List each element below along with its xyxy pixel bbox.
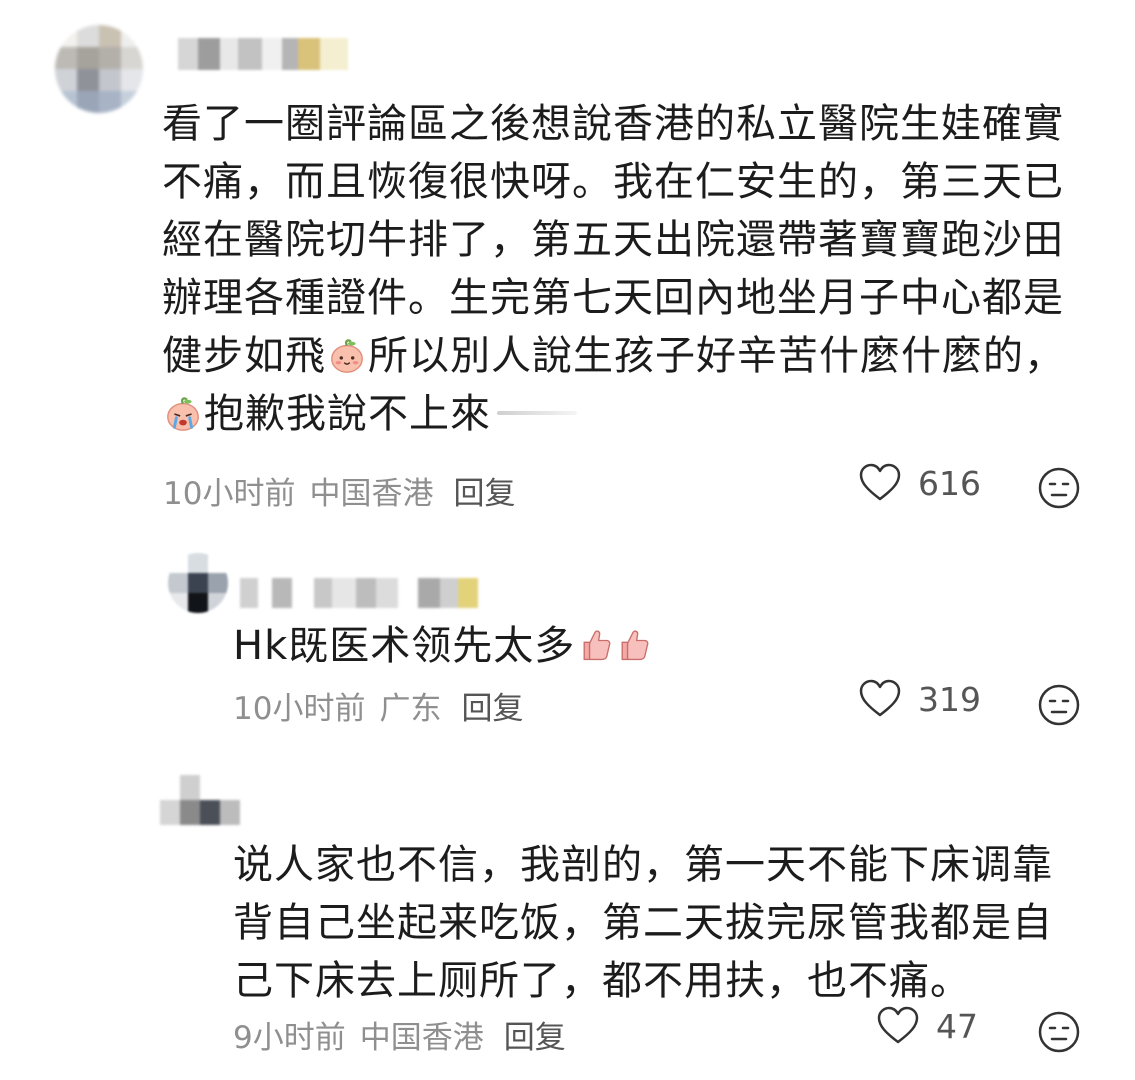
thumbs-up-emoji [621,630,649,661]
comment-text: 看了一圈評論區之後想說香港的私立醫院生娃確實不痛，而且恢復很快呀。我在仁安生的，… [162,95,1092,443]
username-blurred[interactable] [240,578,525,608]
fade-line [497,411,577,415]
location: 广东 [379,691,442,727]
comment-text-part: 所以別人說生孩子好辛苦什麼什麼的， [368,333,1065,379]
location: 中国香港 [309,476,434,512]
like-count: 319 [918,679,981,719]
comment-meta: 9小时前 中国香港 回复 [233,1012,566,1057]
like-button[interactable]: 616 [858,463,981,503]
peach-smile-emoji [331,339,363,373]
comment-text-part: 抱歉我說不上來 [204,391,491,437]
timestamp: 10小时前 [233,691,366,727]
reply-button[interactable]: 回复 [453,468,515,513]
timestamp: 10小时前 [163,476,296,512]
heart-icon [877,1006,919,1044]
thumbs-up-emoji [583,630,611,661]
heart-icon [859,463,901,501]
username-blurred[interactable] [160,775,240,825]
like-button[interactable]: 47 [876,1006,978,1046]
location: 中国香港 [359,1020,484,1056]
dislike-face-icon[interactable] [1037,466,1081,510]
dislike-face-icon[interactable] [1037,1010,1081,1054]
comment-text: Hk既医术领先太多 [233,617,1093,675]
avatar[interactable] [55,25,143,113]
like-count: 616 [918,463,981,503]
comment-text-part: Hk既医术领先太多 [233,623,576,669]
comment-meta: 10小时前 广东 回复 [233,683,523,728]
peach-cry-emoji [167,397,199,431]
comment-text: 说人家也不信，我剖的，第一天不能下床调靠背自己坐起来吃饭，第二天拔完尿管我都是自… [233,842,1053,1004]
avatar[interactable] [168,553,228,613]
username-blurred[interactable] [178,38,348,70]
reply-button[interactable]: 回复 [504,1012,566,1057]
reply-button[interactable]: 回复 [461,683,523,728]
like-button[interactable]: 319 [858,679,981,719]
comment-meta: 10小时前 中国香港 回复 [163,468,515,513]
like-count: 47 [936,1006,978,1046]
heart-icon [859,679,901,717]
dislike-face-icon[interactable] [1037,683,1081,727]
timestamp: 9小时前 [233,1020,346,1056]
